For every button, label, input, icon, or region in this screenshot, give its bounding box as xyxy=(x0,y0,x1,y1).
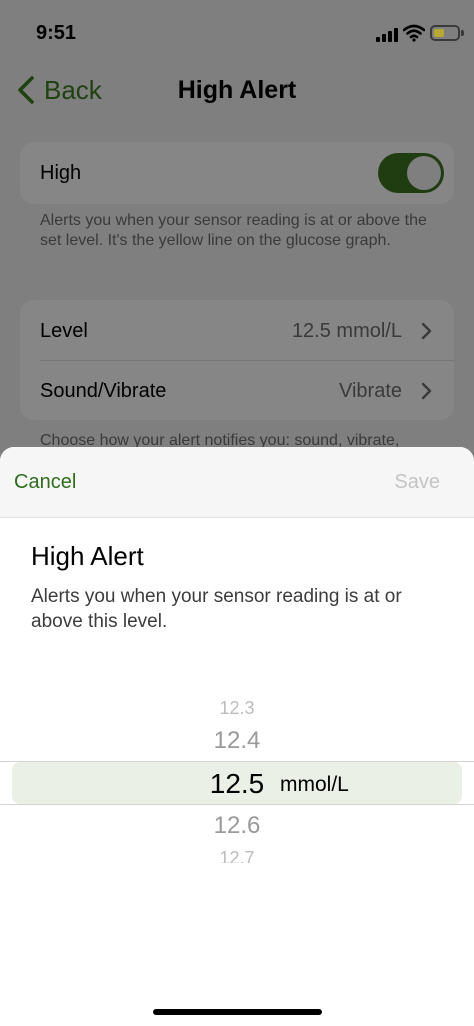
sheet-description: Alerts you when your sensor reading is a… xyxy=(31,586,402,632)
chevron-right-icon xyxy=(421,382,432,400)
save-button[interactable]: Save xyxy=(394,471,440,494)
sheet-header: Cancel Save xyxy=(0,447,474,517)
battery-level xyxy=(434,29,444,37)
level-label: Level xyxy=(40,320,88,342)
sound-helper-text: Choose how your alert notifies you: soun… xyxy=(40,432,400,447)
status-time: 9:51 xyxy=(36,22,77,44)
picker-option[interactable]: 12.7 xyxy=(180,849,294,863)
sound-vibrate-value: Vibrate xyxy=(338,380,402,402)
sheet-title: High Alert xyxy=(31,541,144,571)
sound-vibrate-row[interactable]: Sound/Vibrate Vibrate xyxy=(20,360,454,420)
status-bar: 9:51 xyxy=(0,0,474,64)
home-indicator[interactable] xyxy=(153,1009,322,1015)
alert-settings-card: Level 12.5 mmol/L Sound/Vibrate Vibrate xyxy=(20,300,454,420)
wifi-icon xyxy=(403,24,425,42)
high-toggle[interactable] xyxy=(378,153,444,193)
toggle-knob xyxy=(407,156,441,190)
sheet-divider xyxy=(0,517,474,518)
page-title: High Alert xyxy=(177,76,297,104)
picker-option-selected[interactable]: 12.5 xyxy=(180,768,294,800)
battery-tip xyxy=(461,30,464,36)
chevron-right-icon xyxy=(421,322,432,340)
cancel-button[interactable]: Cancel xyxy=(14,471,76,494)
level-row[interactable]: Level 12.5 mmol/L xyxy=(20,300,454,360)
level-value: 12.5 mmol/L xyxy=(291,320,402,342)
picker-option[interactable]: 12.4 xyxy=(180,727,294,755)
high-helper-text: Alerts you when your sensor reading is a… xyxy=(40,212,427,249)
cellular-signal-icon xyxy=(376,27,398,42)
picker-line-top xyxy=(0,761,474,762)
level-picker[interactable]: 12.3 12.4 12.5 12.6 12.7 mmol/L xyxy=(0,699,474,869)
sound-vibrate-label: Sound/Vibrate xyxy=(40,380,167,402)
picker-option[interactable]: 12.3 xyxy=(180,701,294,715)
high-alert-card: High xyxy=(20,142,454,204)
nav-bar: Back High Alert xyxy=(0,64,474,118)
picker-line-bottom xyxy=(0,804,474,805)
battery-icon xyxy=(430,25,460,41)
picker-option[interactable]: 12.6 xyxy=(180,812,294,840)
level-picker-sheet: Cancel Save High Alert Alerts you when y… xyxy=(0,447,474,1026)
high-toggle-label: High xyxy=(40,162,82,184)
picker-unit: mmol/L xyxy=(280,773,349,796)
